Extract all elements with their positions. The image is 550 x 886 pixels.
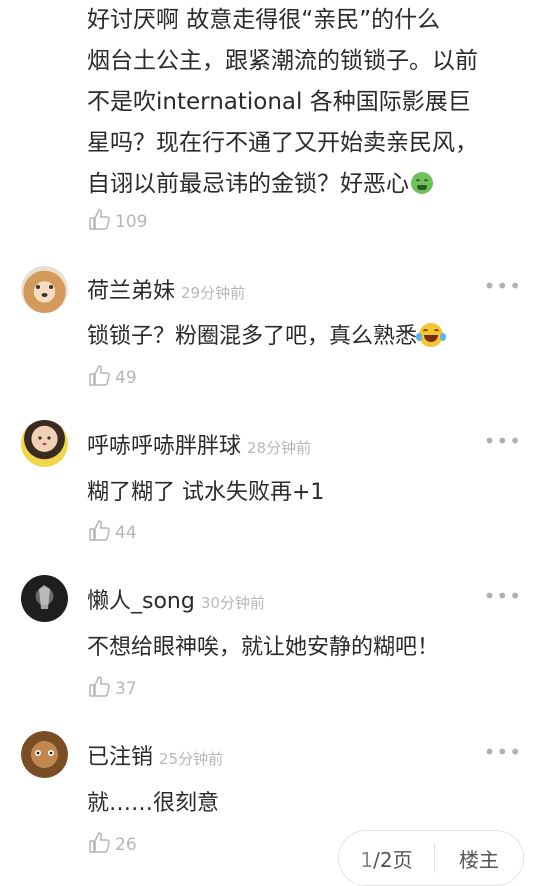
more-options-button[interactable]: ••• <box>484 274 522 298</box>
thumbs-up-icon <box>89 365 110 386</box>
like-count: 44 <box>115 523 137 543</box>
comment-header: 已注销 25分钟前 <box>87 739 223 771</box>
username[interactable]: 懒人_song <box>87 583 195 615</box>
top-comment-line: 烟台土公主，跟紧潮流的锁锁子。以前 <box>87 48 478 74</box>
avatar[interactable] <box>21 420 68 467</box>
thumbs-up-icon <box>89 209 110 230</box>
top-comment-line: 星吗？现在行不通了又开始卖亲民风， <box>87 130 478 156</box>
comment-text-content: 就……很刻意 <box>87 791 220 816</box>
thumbs-up-icon <box>89 676 110 697</box>
timestamp: 25分钟前 <box>159 750 224 768</box>
original-poster-button[interactable]: 楼主 <box>435 844 523 873</box>
username[interactable]: 呼哧呼哧胖胖球 <box>87 428 241 460</box>
comment-header: 荷兰弟妹 29分钟前 <box>87 273 245 305</box>
top-comment-text: 好讨厌啊 故意走得很“亲民”的什么 烟台土公主，跟紧潮流的锁锁子。以前 不是吹i… <box>87 0 527 205</box>
comment-text: 就……很刻意 <box>87 785 219 817</box>
top-comment-line: 自诩以前最忌讳的金锁？好恶心 <box>87 171 409 197</box>
top-comment-line: 不是吹international 各种国际影展巨 <box>87 89 471 115</box>
nauseated-face-emoji-icon <box>411 172 433 194</box>
comment-header: 呼哧呼哧胖胖球 28分钟前 <box>87 428 311 460</box>
floating-pager: 1/2页 楼主 <box>338 830 524 886</box>
avatar[interactable] <box>21 731 68 778</box>
avatar[interactable] <box>21 266 68 313</box>
top-comment: 好讨厌啊 故意走得很“亲民”的什么 烟台土公主，跟紧潮流的锁锁子。以前 不是吹i… <box>87 0 527 205</box>
like-button[interactable]: 44 <box>88 519 137 543</box>
timestamp: 28分钟前 <box>247 439 312 457</box>
laughing-tears-emoji-icon <box>416 323 447 347</box>
cartoon-animal-avatar-icon <box>35 750 54 756</box>
comment-text: 锁锁子？粉圈混多了吧，真么熟悉 <box>87 318 447 350</box>
more-options-button[interactable]: ••• <box>484 429 522 453</box>
like-button[interactable]: 37 <box>88 675 137 699</box>
like-count: 49 <box>115 368 137 388</box>
like-count: 37 <box>115 679 137 699</box>
more-options-button[interactable]: ••• <box>484 584 522 608</box>
comment-text-content: 糊了糊了 试水失败再+1 <box>87 480 325 505</box>
comment-header: 懒人_song 30分钟前 <box>87 583 265 615</box>
comment-text-content: 不想给眼神唉，就让她安静的糊吧！ <box>87 635 440 660</box>
comment-text: 不想给眼神唉，就让她安静的糊吧！ <box>87 629 439 661</box>
username[interactable]: 已注销 <box>87 739 153 771</box>
thumbs-up-icon <box>89 832 110 853</box>
thumbs-up-icon <box>89 520 110 541</box>
comment-text-content: 锁锁子？粉圈混多了吧，真么熟悉 <box>87 324 418 349</box>
like-button[interactable]: 109 <box>88 208 147 232</box>
timestamp: 29分钟前 <box>181 284 246 302</box>
comment-text: 糊了糊了 试水失败再+1 <box>87 474 324 506</box>
dark-figure-avatar-icon <box>39 585 50 609</box>
timestamp: 30分钟前 <box>200 594 265 612</box>
like-count: 26 <box>115 835 137 855</box>
page-indicator-button[interactable]: 1/2页 <box>339 844 434 873</box>
like-button[interactable]: 49 <box>88 364 137 388</box>
shiba-dog-avatar-icon <box>36 285 53 297</box>
username[interactable]: 荷兰弟妹 <box>87 273 175 305</box>
avatar[interactable] <box>21 575 68 622</box>
child-photo-avatar-icon <box>38 436 51 446</box>
current-page: 1 <box>360 847 374 872</box>
like-count: 109 <box>115 212 148 232</box>
more-options-button[interactable]: ••• <box>484 740 522 764</box>
like-button[interactable]: 26 <box>88 831 137 855</box>
top-comment-line: 好讨厌啊 故意走得很“亲民”的什么 <box>87 7 441 33</box>
page-total: /2页 <box>373 847 413 872</box>
